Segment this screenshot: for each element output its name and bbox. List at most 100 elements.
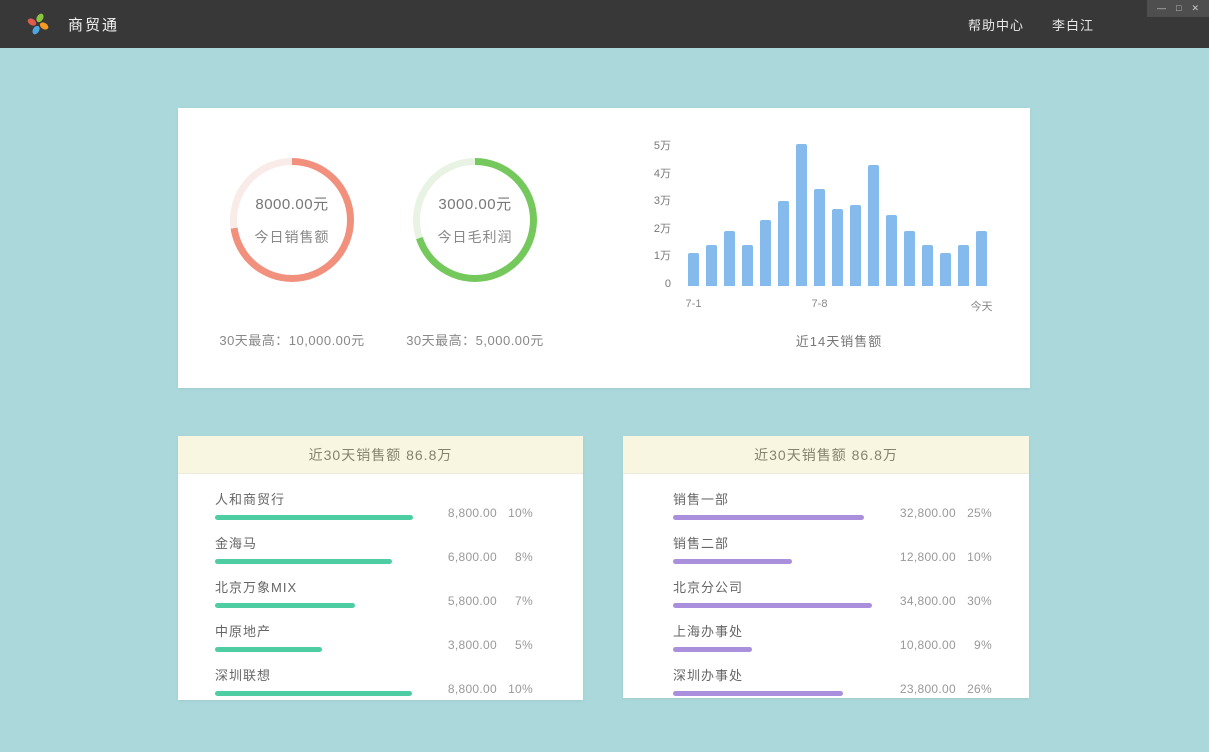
ranking-card-title: 近30天销售额 86.8万 bbox=[623, 436, 1029, 474]
overview-card: 8000.00元 今日销售额 30天最高：10,000.00元 3000.00元… bbox=[178, 108, 1030, 388]
ranking-row-left: 北京分公司 bbox=[673, 577, 872, 608]
y-axis-labels: 5万 4万 3万 2万 1万 0 bbox=[623, 141, 671, 290]
sales-14day-bar-chart: 5万4万3万2万1万0 7-17-8今天 近14天销售额 bbox=[623, 141, 1013, 361]
chart-bar bbox=[868, 165, 879, 286]
help-center-link[interactable]: 帮助中心 bbox=[968, 15, 1024, 34]
x-axis-tick: 今天 bbox=[971, 298, 993, 314]
ranking-row-amount: 6,800.00 bbox=[448, 550, 497, 564]
ranking-row-value: 8,800.0010% bbox=[448, 682, 533, 696]
ranking-row: 北京万象MIX5,800.007% bbox=[215, 577, 533, 608]
ranking-row-value: 6,800.008% bbox=[448, 550, 533, 564]
chart-bar bbox=[922, 245, 933, 286]
today-sales-gauge-ring: 8000.00元 今日销售额 bbox=[230, 158, 354, 282]
ranking-row-name: 销售二部 bbox=[673, 533, 792, 552]
ranking-row-value: 23,800.0026% bbox=[900, 682, 992, 696]
ranking-row: 中原地产 3,800.005% bbox=[215, 621, 533, 652]
today-profit-gauge-center: 3000.00元 今日毛利润 bbox=[420, 165, 530, 275]
today-sales-gauge-block: 8000.00元 今日销售额 30天最高：10,000.00元 bbox=[192, 158, 392, 349]
chart-bar bbox=[814, 189, 825, 286]
ranking-row-name: 中原地产 bbox=[215, 621, 322, 640]
chart-bar bbox=[886, 215, 897, 286]
window-controls: — □ ✕ bbox=[1147, 0, 1209, 17]
ranking-row-value: 3,800.005% bbox=[448, 638, 533, 652]
ranking-row-percent: 10% bbox=[497, 682, 533, 696]
y-axis-tick: 4万 bbox=[654, 169, 671, 180]
chart-bar bbox=[742, 245, 753, 286]
today-sales-value: 8000.00元 bbox=[255, 193, 328, 214]
y-axis-tick: 0 bbox=[665, 279, 671, 290]
ranking-row: 深圳联想 8,800.0010% bbox=[215, 665, 533, 696]
ranking-row-amount: 3,800.00 bbox=[448, 638, 497, 652]
ranking-row: 人和商贸行8,800.0010% bbox=[215, 489, 533, 520]
ranking-row-left: 销售一部 bbox=[673, 489, 864, 520]
department-sales-ranking-card: 近30天销售额 86.8万 销售一部 32,800.0025% 销售二部 12,800… bbox=[623, 436, 1029, 698]
ranking-row-bar bbox=[215, 603, 355, 608]
y-axis-tick: 2万 bbox=[654, 224, 671, 235]
today-profit-gauge-ring: 3000.00元 今日毛利润 bbox=[413, 158, 537, 282]
ranking-row: 上海办事处 10,800.009% bbox=[673, 621, 992, 652]
ranking-row-amount: 23,800.00 bbox=[900, 682, 956, 696]
ranking-row-percent: 8% bbox=[497, 550, 533, 564]
ranking-row: 金海马 6,800.008% bbox=[215, 533, 533, 564]
x-axis-tick: 7-8 bbox=[812, 298, 828, 310]
ranking-row-value: 10,800.009% bbox=[900, 638, 992, 652]
ranking-row-percent: 7% bbox=[497, 594, 533, 608]
chart-bar bbox=[940, 253, 951, 286]
today-sales-30day-max: 30天最高：10,000.00元 bbox=[192, 330, 392, 349]
today-sales-gauge-center: 8000.00元 今日销售额 bbox=[237, 165, 347, 275]
ranking-row: 深圳办事处 23,800.0026% bbox=[673, 665, 992, 696]
chart-bar bbox=[850, 205, 861, 286]
ranking-card-title: 近30天销售额 86.8万 bbox=[178, 436, 583, 474]
ranking-row-left: 深圳联想 bbox=[215, 665, 412, 696]
chart-bar bbox=[688, 253, 699, 286]
ranking-row-percent: 30% bbox=[956, 594, 992, 608]
ranking-row-value: 34,800.0030% bbox=[900, 594, 992, 608]
ranking-row-bar bbox=[673, 559, 792, 564]
titlebar: 商贸通 帮助中心 李白江 — □ ✕ bbox=[0, 0, 1209, 48]
ranking-row-amount: 10,800.00 bbox=[900, 638, 956, 652]
dashboard: 8000.00元 今日销售额 30天最高：10,000.00元 3000.00元… bbox=[0, 48, 1209, 752]
y-axis-tick: 1万 bbox=[654, 251, 671, 262]
today-profit-label: 今日毛利润 bbox=[438, 227, 513, 247]
ranking-row-bar bbox=[673, 603, 872, 608]
ranking-row-value: 8,800.0010% bbox=[448, 506, 533, 520]
ranking-rows: 销售一部 32,800.0025% 销售二部 12,800.0010% 北京分公司 34,… bbox=[623, 474, 1029, 696]
ranking-row-name: 深圳联想 bbox=[215, 665, 412, 684]
ranking-row: 销售一部 32,800.0025% bbox=[673, 489, 992, 520]
chart-bar bbox=[832, 209, 843, 286]
ranking-row: 北京分公司 34,800.0030% bbox=[673, 577, 992, 608]
ranking-row-percent: 9% bbox=[956, 638, 992, 652]
ranking-row-bar bbox=[673, 647, 752, 652]
current-user-link[interactable]: 李白江 bbox=[1052, 15, 1094, 34]
minimize-button[interactable]: — bbox=[1157, 4, 1166, 13]
y-axis-tick: 5万 bbox=[654, 141, 671, 152]
maximize-button[interactable]: □ bbox=[1176, 4, 1181, 13]
chart-title: 近14天销售额 bbox=[688, 331, 990, 350]
ranking-row-percent: 10% bbox=[956, 550, 992, 564]
chart-bar bbox=[796, 144, 807, 287]
today-profit-value: 3000.00元 bbox=[438, 193, 511, 214]
ranking-row-value: 32,800.0025% bbox=[900, 506, 992, 520]
ranking-row-bar bbox=[673, 515, 864, 520]
close-button[interactable]: ✕ bbox=[1191, 4, 1199, 13]
ranking-row-amount: 5,800.00 bbox=[448, 594, 497, 608]
ranking-row-amount: 12,800.00 bbox=[900, 550, 956, 564]
ranking-row-percent: 26% bbox=[956, 682, 992, 696]
ranking-row-left: 销售二部 bbox=[673, 533, 792, 564]
bar-chart-plot bbox=[688, 141, 990, 286]
ranking-row-name: 销售一部 bbox=[673, 489, 864, 508]
chart-bar bbox=[706, 245, 717, 286]
ranking-row-bar bbox=[673, 691, 843, 696]
ranking-row-name: 上海办事处 bbox=[673, 621, 752, 640]
ranking-row-name: 深圳办事处 bbox=[673, 665, 843, 684]
ranking-row-value: 5,800.007% bbox=[448, 594, 533, 608]
ranking-row-amount: 34,800.00 bbox=[900, 594, 956, 608]
ranking-row-name: 金海马 bbox=[215, 533, 392, 552]
ranking-row-left: 上海办事处 bbox=[673, 621, 752, 652]
chart-bar bbox=[958, 245, 969, 286]
top-menu: 帮助中心 李白江 bbox=[968, 12, 1094, 36]
y-axis-tick: 3万 bbox=[654, 196, 671, 207]
ranking-row-left: 金海马 bbox=[215, 533, 392, 564]
ranking-row-bar bbox=[215, 559, 392, 564]
ranking-row-left: 深圳办事处 bbox=[673, 665, 843, 696]
